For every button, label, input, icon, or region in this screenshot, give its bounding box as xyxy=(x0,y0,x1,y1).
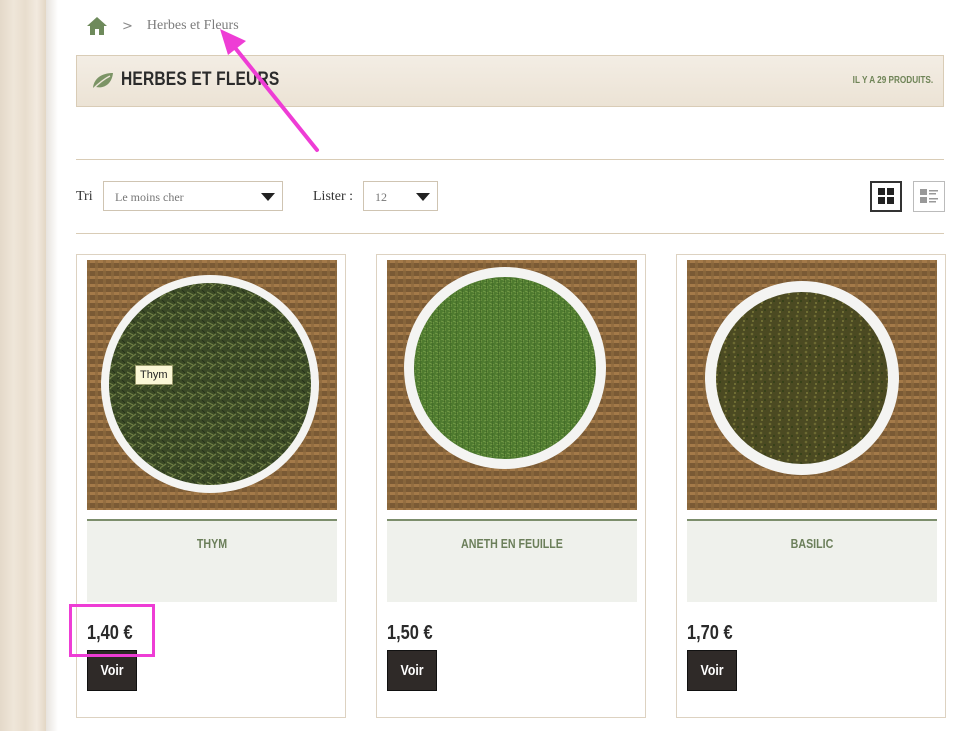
view-button[interactable]: Voir xyxy=(387,650,437,691)
product-name[interactable]: THYM xyxy=(110,536,315,551)
leaf-icon xyxy=(91,71,115,91)
sidebar-shadow xyxy=(46,0,58,731)
chevron-down-icon xyxy=(416,193,430,201)
product-name[interactable]: ANETH EN FEUILLE xyxy=(410,536,615,551)
view-button[interactable]: Voir xyxy=(687,650,737,691)
product-image[interactable] xyxy=(387,260,637,510)
breadcrumb: > Herbes et Fleurs xyxy=(86,14,239,38)
grid-view-button[interactable] xyxy=(870,181,902,212)
home-icon[interactable] xyxy=(86,16,108,36)
chevron-down-icon xyxy=(261,193,275,201)
product-image[interactable] xyxy=(87,260,337,510)
category-header: HERBES ET FLEURS IL Y A 29 PRODUITS. xyxy=(76,55,944,107)
divider-bottom xyxy=(76,233,944,234)
breadcrumb-separator: > xyxy=(122,18,133,34)
product-price: 1,50 € xyxy=(387,622,433,644)
divider-top xyxy=(76,159,944,160)
product-price: 1,70 € xyxy=(687,622,733,644)
view-button-label: Voir xyxy=(400,662,424,679)
product-name-box: ANETH EN FEUILLE xyxy=(387,519,637,602)
product-name-box: THYM xyxy=(87,519,337,602)
sort-select[interactable]: Le moins cher xyxy=(103,181,283,211)
list-view-button[interactable] xyxy=(913,181,945,212)
grid-view-icon xyxy=(878,188,894,204)
list-label: Lister : xyxy=(313,189,354,204)
breadcrumb-current: Herbes et Fleurs xyxy=(146,18,239,33)
product-count: IL Y A 29 PRODUITS. xyxy=(852,75,933,86)
sort-select-value: Le moins cher xyxy=(115,190,184,204)
view-button-label: Voir xyxy=(700,662,724,679)
sort-label: Tri xyxy=(76,189,93,204)
wood-sidebar-texture xyxy=(0,0,46,731)
category-title: HERBES ET FLEURS xyxy=(121,69,280,90)
price-highlight-box xyxy=(69,604,155,657)
product-card: BASILIC 1,70 € Voir xyxy=(676,254,946,718)
list-view-icon xyxy=(920,189,938,203)
product-name[interactable]: BASILIC xyxy=(710,536,915,551)
product-name-box: BASILIC xyxy=(687,519,937,602)
product-image[interactable] xyxy=(687,260,937,510)
per-page-select[interactable]: 12 xyxy=(363,181,438,211)
per-page-value: 12 xyxy=(375,190,387,204)
product-tooltip: Thym xyxy=(135,365,173,385)
product-card: ANETH EN FEUILLE 1,50 € Voir xyxy=(376,254,646,718)
